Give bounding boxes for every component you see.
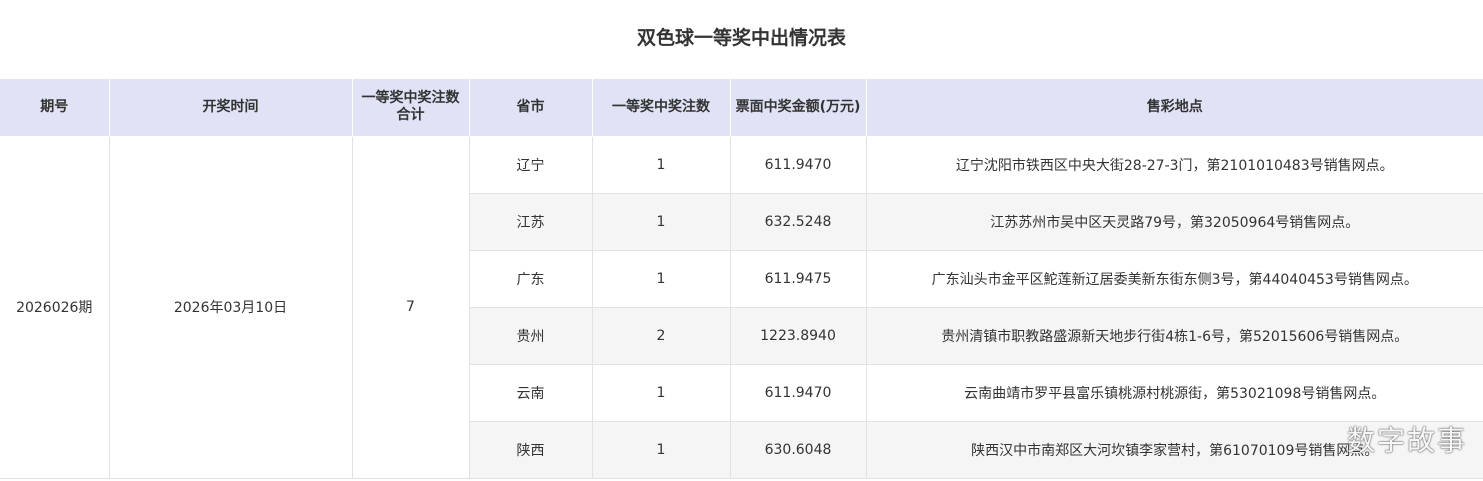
header-row: 期号 开奖时间 一等奖中奖注数合计 省市 一等奖中奖注数 票面中奖金额(万元) … (0, 79, 1483, 137)
winner-count-cell: 1 (592, 136, 731, 194)
amount-cell: 611.9470 (730, 364, 867, 422)
amount-cell: 611.9470 (730, 136, 867, 194)
amount-cell: 630.6048 (730, 421, 867, 479)
issue-cell: 2026026期 (0, 136, 110, 479)
total-winners-cell: 7 (352, 136, 470, 479)
col-header-province: 省市 (469, 79, 593, 137)
col-header-draw-date: 开奖时间 (109, 79, 353, 137)
province-cell: 陕西 (469, 421, 593, 479)
province-cell: 江苏 (469, 193, 593, 251)
location-cell: 广东汕头市金平区鮀莲新辽居委美新东街东侧3号，第44040453号销售网点。 (866, 250, 1483, 308)
winner-count-cell: 1 (592, 250, 731, 308)
table-title: 双色球一等奖中出情况表 (636, 27, 846, 49)
watermark: 数字故事 (1346, 424, 1467, 457)
location-cell: 江苏苏州市吴中区天灵路79号，第32050964号销售网点。 (866, 193, 1483, 251)
winner-count-cell: 1 (592, 364, 731, 422)
province-cell: 云南 (469, 364, 593, 422)
winner-count-cell: 2 (592, 307, 731, 365)
amount-cell: 1223.8940 (730, 307, 867, 365)
province-cell: 广东 (469, 250, 593, 308)
col-header-total-winners: 一等奖中奖注数合计 (352, 79, 470, 137)
table-row: 2026026期 2026年03月10日 7 辽宁 1 611.9470 辽宁沈… (0, 136, 1483, 479)
amount-cell: 611.9475 (730, 250, 867, 308)
province-cell: 辽宁 (469, 136, 593, 194)
draw-date-cell: 2026年03月10日 (109, 136, 353, 479)
location-cell: 贵州清镇市职教路盛源新天地步行街4栋1-6号，第52015606号销售网点。 (866, 307, 1483, 365)
amount-cell: 632.5248 (730, 193, 867, 251)
winner-count-cell: 1 (592, 193, 731, 251)
col-header-issue: 期号 (0, 79, 110, 137)
winner-count-cell: 1 (592, 421, 731, 479)
col-header-winner-count: 一等奖中奖注数 (592, 79, 731, 137)
col-header-amount: 票面中奖金额(万元) (730, 79, 867, 137)
location-cell: 云南曲靖市罗平县富乐镇桃源村桃源街，第53021098号销售网点。 (866, 364, 1483, 422)
col-header-location: 售彩地点 (866, 79, 1483, 137)
province-cell: 贵州 (469, 307, 593, 365)
location-cell: 辽宁沈阳市铁西区中央大街28-27-3门，第2101010483号销售网点。 (866, 136, 1483, 194)
winners-table: 期号 开奖时间 一等奖中奖注数合计 省市 一等奖中奖注数 票面中奖金额(万元) … (0, 79, 1483, 479)
